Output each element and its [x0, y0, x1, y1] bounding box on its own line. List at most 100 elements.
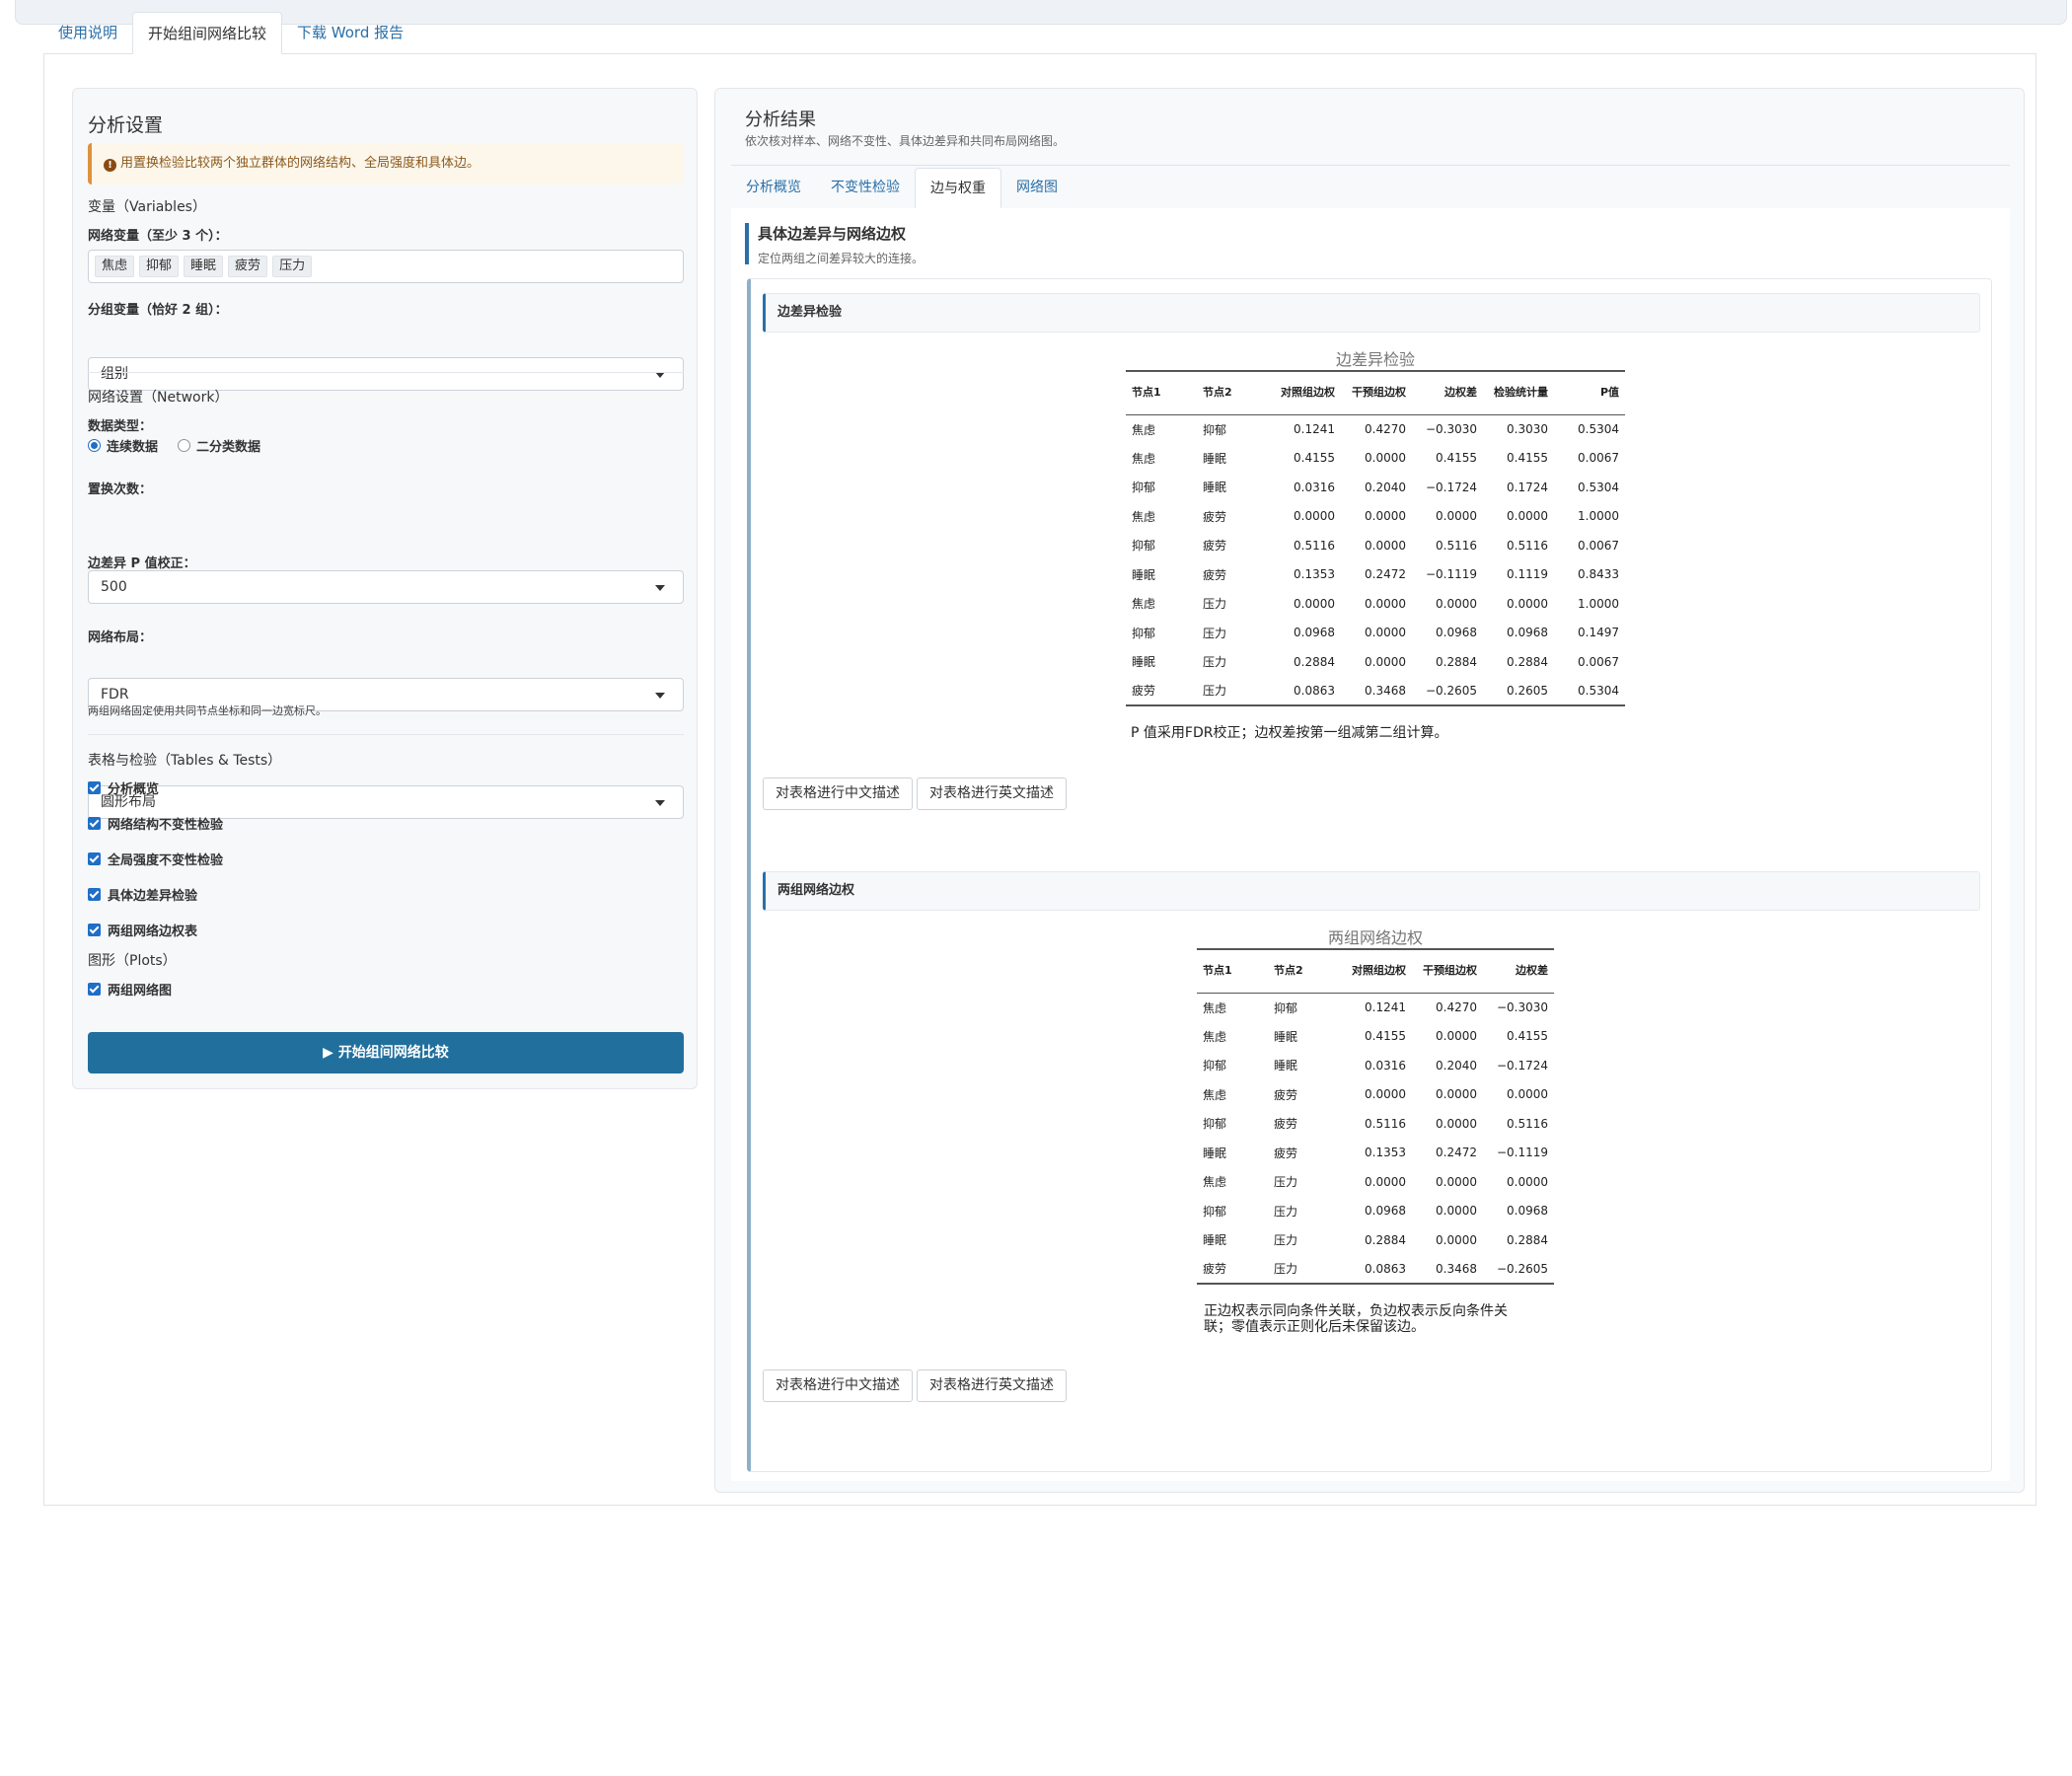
- table-cell: −0.1119: [1496, 1146, 1548, 1160]
- table-row: 疲劳 压力 0.0863 0.3468 −0.2605: [1197, 1255, 1554, 1285]
- table-cell: 0.5116: [1507, 1116, 1548, 1131]
- checkbox-structure-invariance[interactable]: 网络结构不变性检验: [88, 814, 684, 833]
- var-chip[interactable]: 焦虑: [95, 256, 135, 277]
- column-header: P值: [1554, 371, 1625, 415]
- table-row: 焦虑 抑郁 0.1241 0.4270 −0.3030 0.3030 0.5304: [1126, 414, 1625, 444]
- table-cell: 疲劳: [1203, 539, 1227, 554]
- divider: [88, 734, 684, 735]
- table-cell: 0.3468: [1436, 1261, 1477, 1276]
- tab-start-comparison[interactable]: 开始组间网络比较: [132, 12, 283, 54]
- tab-download-word[interactable]: 下载 Word 报告: [282, 12, 418, 54]
- data-type-label: 数据类型：: [88, 419, 153, 434]
- table-cell: 压力: [1274, 1233, 1298, 1248]
- table-cell: 0.5116: [1365, 1116, 1406, 1131]
- table-cell: −0.1724: [1496, 1058, 1548, 1073]
- tab-invariance[interactable]: 不变性检验: [816, 168, 915, 208]
- tables-heading: 表格与检验（Tables & Tests）: [88, 753, 282, 769]
- table-row: 抑郁 疲劳 0.5116 0.0000 0.5116: [1197, 1109, 1554, 1139]
- table-row: 抑郁 压力 0.0968 0.0000 0.0968 0.0968 0.1497: [1126, 619, 1625, 648]
- table-row: 焦虑 疲劳 0.0000 0.0000 0.0000 0.0000 1.0000: [1126, 502, 1625, 532]
- main-tabs: 使用说明 开始组间网络比较 下载 Word 报告: [43, 12, 418, 54]
- column-header: 检验统计量: [1483, 371, 1554, 415]
- table-cell: 0.0316: [1294, 480, 1335, 494]
- table-cell: 抑郁: [1203, 1059, 1227, 1073]
- table-cell: 0.2884: [1507, 654, 1548, 669]
- table-cell: 0.2472: [1365, 567, 1406, 582]
- table-cell: 0.0000: [1436, 1116, 1477, 1131]
- table-cell: 压力: [1203, 655, 1227, 670]
- describe-table-english-button[interactable]: 对表格进行英文描述: [917, 777, 1067, 810]
- table-cell: 0.4155: [1507, 451, 1548, 466]
- table-cell: 0.1353: [1365, 1146, 1406, 1160]
- checkbox-network-plot[interactable]: 两组网络图: [88, 980, 684, 999]
- table-cell: 抑郁: [1274, 1000, 1298, 1015]
- radio-continuous[interactable]: 连续数据: [88, 436, 158, 455]
- radio-label: 二分类数据: [196, 440, 261, 455]
- table-cell: 0.0000: [1436, 1029, 1477, 1044]
- checkbox-checked-icon: [88, 888, 101, 901]
- table-cell: 0.2040: [1436, 1058, 1477, 1073]
- checkbox-strength-invariance[interactable]: 全局强度不变性检验: [88, 850, 684, 868]
- table-cell: 0.0000: [1436, 1204, 1477, 1219]
- radio-binary[interactable]: 二分类数据: [178, 436, 260, 455]
- table-cell: 0.2884: [1507, 1232, 1548, 1247]
- table-cell: 0.5304: [1578, 480, 1619, 494]
- table-cell: −0.2605: [1496, 1261, 1548, 1276]
- network-heading: 网络设置（Network）: [88, 390, 229, 406]
- tab-overview[interactable]: 分析概览: [731, 168, 816, 208]
- table-cell: 疲劳: [1274, 1087, 1298, 1102]
- table-row: 抑郁 疲劳 0.5116 0.0000 0.5116 0.5116 0.0067: [1126, 531, 1625, 560]
- table-cell: 睡眠: [1132, 567, 1156, 582]
- table-cell: 0.4155: [1294, 451, 1335, 466]
- note-line: 正边权表示同向条件关联，负边权表示反向条件关: [1204, 1303, 1508, 1319]
- table-cell: 1.0000: [1578, 596, 1619, 611]
- checkbox-label: 全局强度不变性检验: [108, 853, 224, 868]
- checkbox-edge-weights[interactable]: 两组网络边权表: [88, 921, 684, 939]
- table-cell: 疲劳: [1203, 1262, 1227, 1277]
- table-cell: 0.2472: [1436, 1146, 1477, 1160]
- tab-network-plot[interactable]: 网络图: [1001, 168, 1073, 208]
- permutations-select[interactable]: 500: [88, 570, 684, 604]
- table-cell: 0.3030: [1507, 422, 1548, 436]
- table-cell: 0.1241: [1365, 1000, 1406, 1014]
- table-cell: 0.0000: [1294, 509, 1335, 524]
- column-header: 对照组边权: [1339, 949, 1412, 994]
- table-cell: 0.2884: [1365, 1232, 1406, 1247]
- describe-table-english-button[interactable]: 对表格进行英文描述: [917, 1369, 1067, 1402]
- checkbox-overview[interactable]: 分析概览: [88, 778, 684, 797]
- checkbox-edge-difference[interactable]: 具体边差异检验: [88, 885, 684, 904]
- note-line: 联；零值表示正则化后未保留该边。: [1204, 1319, 1425, 1335]
- table-row: 疲劳 压力 0.0863 0.3468 −0.2605 0.2605 0.5304: [1126, 677, 1625, 706]
- var-chip[interactable]: 疲劳: [228, 256, 268, 277]
- network-vars-input[interactable]: 焦虑 抑郁 睡眠 疲劳 压力: [88, 250, 684, 283]
- table-cell: 0.2884: [1294, 654, 1335, 669]
- table-cell: 焦虑: [1203, 1087, 1227, 1102]
- table-cell: 0.0000: [1436, 509, 1477, 524]
- run-comparison-button[interactable]: ▶ 开始组间网络比较: [88, 1032, 684, 1073]
- table-cell: 0.0000: [1507, 596, 1548, 611]
- table-cell: 睡眠: [1203, 1233, 1227, 1248]
- info-alert: ! 用置换检验比较两个独立群体的网络结构、全局强度和具体边。: [88, 143, 684, 185]
- column-header: 对照组边权: [1268, 371, 1341, 415]
- table-cell: 0.0000: [1365, 596, 1406, 611]
- plots-heading: 图形（Plots）: [88, 953, 177, 969]
- layout-label: 网络布局：: [88, 630, 153, 645]
- describe-table-chinese-button[interactable]: 对表格进行中文描述: [763, 1369, 913, 1402]
- var-chip[interactable]: 睡眠: [184, 256, 224, 277]
- table-cell: 0.0000: [1365, 626, 1406, 640]
- table-cell: 0.4155: [1507, 1029, 1548, 1044]
- radio-unchecked-icon: [178, 439, 191, 452]
- var-chip[interactable]: 压力: [272, 256, 313, 277]
- describe-table-chinese-button[interactable]: 对表格进行中文描述: [763, 777, 913, 810]
- tab-instructions[interactable]: 使用说明: [43, 12, 132, 54]
- table-cell: 压力: [1274, 1204, 1298, 1219]
- table-cell: 抑郁: [1132, 539, 1156, 554]
- results-title: 分析结果: [745, 110, 816, 130]
- table-cell: 焦虑: [1132, 597, 1156, 612]
- table-cell: 抑郁: [1203, 1117, 1227, 1132]
- table-cell: 0.4155: [1436, 451, 1477, 466]
- var-chip[interactable]: 抑郁: [139, 256, 180, 277]
- group-var-select[interactable]: 组别: [88, 357, 684, 391]
- table-cell: 0.0000: [1365, 1087, 1406, 1102]
- tab-edges-weights[interactable]: 边与权重: [915, 168, 1001, 208]
